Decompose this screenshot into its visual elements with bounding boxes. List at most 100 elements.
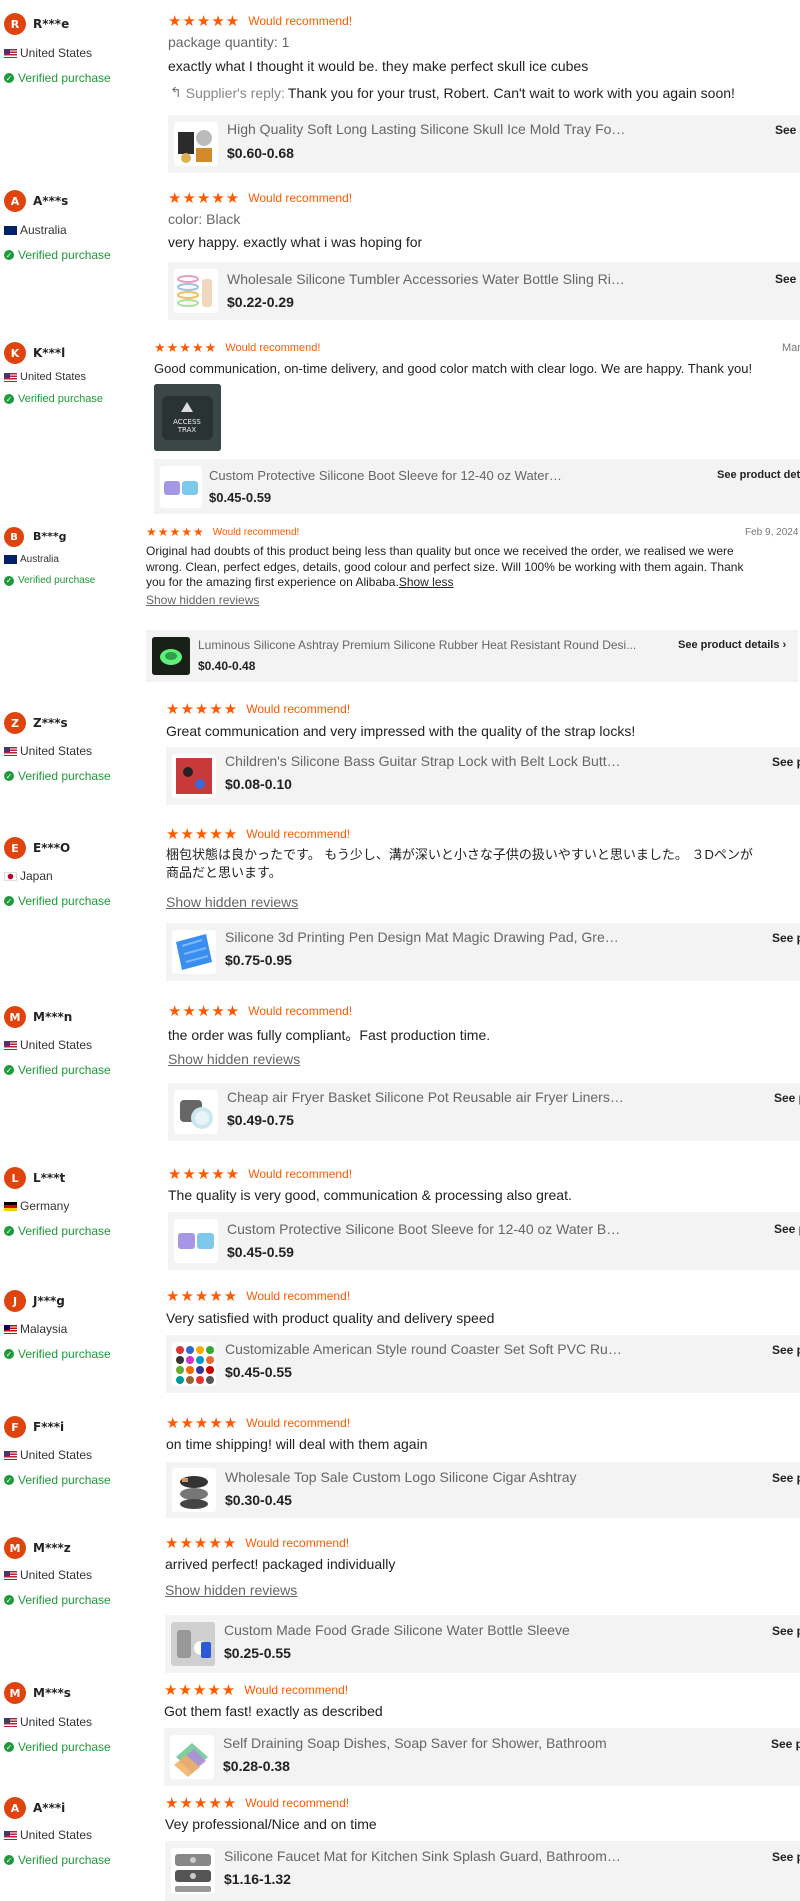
air-fryer-liner-thumbnail	[174, 1090, 218, 1134]
review-item: A A***s Australia ✓ Verified purchase ★★★…	[0, 178, 800, 328]
product-title[interactable]: High Quality Soft Long Lasting Silicone …	[227, 121, 627, 137]
review-item: F F***i United States ✓ Verified purchase…	[0, 1400, 800, 1520]
product-price: $1.16-1.32	[224, 1871, 291, 1887]
product-card[interactable]: Silicone Faucet Mat for Kitchen Sink Spl…	[165, 1841, 800, 1901]
review-item: Z Z***s United States ✓ Verified purchase…	[0, 685, 800, 810]
see-product-details-link[interactable]: See p	[772, 1624, 800, 1638]
see-product-details-link[interactable]: See p	[771, 1737, 800, 1751]
show-hidden-reviews-link[interactable]: Show hidden reviews	[165, 1582, 297, 1598]
show-hidden-reviews-link[interactable]: Show hidden reviews	[168, 1051, 300, 1067]
product-card[interactable]: Custom Protective Silicone Boot Sleeve f…	[154, 459, 800, 514]
product-price: $0.25-0.55	[224, 1645, 291, 1661]
bottle-sleeve-thumbnail	[171, 1622, 215, 1666]
jp-flag-icon	[4, 871, 17, 881]
svg-text:ACCESS: ACCESS	[173, 418, 201, 426]
product-title[interactable]: Self Draining Soap Dishes, Soap Saver fo…	[223, 1735, 623, 1751]
product-title[interactable]: Custom Made Food Grade Silicone Water Bo…	[224, 1622, 624, 1638]
product-price: $0.08-0.10	[225, 776, 292, 792]
product-price: $0.45-0.59	[209, 490, 272, 505]
rating: ★★★★★ Would recommend!	[146, 525, 300, 539]
check-icon: ✓	[4, 575, 14, 586]
verified-purchase: ✓ Verified purchase	[4, 71, 111, 85]
reviewer-country: United States	[4, 1568, 92, 1582]
boot-sleeve-thumbnail	[160, 466, 202, 508]
verified-purchase: ✓ Verified purchase	[4, 1853, 111, 1867]
review-text: Original had doubts of this product bein…	[146, 544, 744, 589]
product-title[interactable]: Children's Silicone Bass Guitar Strap Lo…	[225, 753, 625, 769]
product-title[interactable]: Silicone Faucet Mat for Kitchen Sink Spl…	[224, 1848, 624, 1864]
see-product-details-link[interactable]: See p	[775, 272, 800, 286]
product-title[interactable]: Wholesale Top Sale Custom Logo Silicone …	[225, 1469, 625, 1485]
reviewer-country: United States	[4, 1715, 92, 1729]
review-text: Very satisfied with product quality and …	[166, 1310, 495, 1326]
review-photo[interactable]: ACCESS TRAX	[154, 384, 221, 451]
us-flag-icon	[4, 372, 17, 382]
see-product-details-link[interactable]: See p	[772, 931, 800, 945]
reviewer-name: L***t	[33, 1171, 66, 1185]
see-product-details-link[interactable]: See	[775, 123, 796, 137]
avatar: M	[4, 1682, 26, 1704]
product-price: $0.60-0.68	[227, 145, 294, 161]
check-icon: ✓	[4, 1595, 14, 1605]
check-icon: ✓	[4, 1855, 14, 1865]
review-item: A A***i United States ✓ Verified purchase…	[0, 1781, 800, 1901]
product-card[interactable]: Silicone 3d Printing Pen Design Mat Magi…	[166, 923, 800, 981]
product-card[interactable]: Customizable American Style round Coaste…	[166, 1335, 800, 1393]
reviewer-name: E***O	[33, 841, 71, 855]
see-product-details-link[interactable]: See p	[772, 1471, 800, 1485]
product-title[interactable]: Silicone 3d Printing Pen Design Mat Magi…	[225, 929, 625, 945]
reviewer-name: M***n	[33, 1010, 73, 1024]
product-card[interactable]: Custom Made Food Grade Silicone Water Bo…	[165, 1615, 800, 1673]
product-title[interactable]: Cheap air Fryer Basket Silicone Pot Reus…	[227, 1089, 627, 1105]
avatar: R	[4, 13, 26, 35]
product-title[interactable]: Luminous Silicone Ashtray Premium Silico…	[198, 638, 668, 652]
check-icon: ✓	[4, 1065, 14, 1075]
see-product-details-link[interactable]: See p	[772, 1343, 800, 1357]
product-title[interactable]: Wholesale Silicone Tumbler Accessories W…	[227, 271, 627, 287]
product-title[interactable]: Custom Protective Silicone Boot Sleeve f…	[209, 468, 564, 483]
check-icon: ✓	[4, 73, 14, 83]
product-card[interactable]: High Quality Soft Long Lasting Silicone …	[168, 115, 800, 173]
rating: ★★★★★ Would recommend!	[154, 340, 321, 355]
review-item: M M***n United States ✓ Verified purchase…	[0, 990, 800, 1150]
review-text: Great communication and very impressed w…	[166, 723, 636, 739]
see-product-details-link[interactable]: See product details	[717, 469, 800, 481]
product-card[interactable]: Cheap air Fryer Basket Silicone Pot Reus…	[168, 1083, 800, 1141]
product-title[interactable]: Customizable American Style round Coaste…	[225, 1341, 625, 1357]
see-product-details-link[interactable]: See p	[774, 1091, 800, 1105]
rating: ★★★★★ Would recommend!	[165, 1795, 350, 1812]
reviewer-country: Australia	[4, 223, 67, 237]
product-price: $0.45-0.59	[227, 1244, 294, 1260]
product-card[interactable]: Wholesale Silicone Tumbler Accessories W…	[168, 262, 800, 320]
star-rating-icons: ★★★★★	[168, 1166, 241, 1183]
check-icon: ✓	[4, 394, 14, 404]
product-card[interactable]: Luminous Silicone Ashtray Premium Silico…	[146, 630, 798, 682]
review-text: Got them fast! exactly as described	[164, 1703, 383, 1719]
avatar: A	[4, 1797, 26, 1819]
us-flag-icon	[4, 746, 17, 756]
coaster-set-thumbnail	[172, 1342, 216, 1386]
review-text: the order was fully compliant。Fast produ…	[168, 1027, 491, 1043]
reviewer-name: A***s	[33, 194, 69, 208]
reviewer-name: M***z	[33, 1541, 71, 1555]
show-hidden-reviews-link[interactable]: Show hidden reviews	[146, 593, 259, 607]
avatar: F	[4, 1416, 26, 1438]
avatar: M	[4, 1537, 26, 1559]
review-text: very happy. exactly what i was hoping fo…	[168, 234, 423, 250]
product-title[interactable]: Custom Protective Silicone Boot Sleeve f…	[227, 1221, 627, 1237]
product-card[interactable]: Wholesale Top Sale Custom Logo Silicone …	[166, 1462, 800, 1518]
product-card[interactable]: Children's Silicone Bass Guitar Strap Lo…	[166, 747, 800, 805]
verified-purchase: ✓ Verified purchase	[4, 769, 111, 783]
show-less-link[interactable]: Show less	[399, 575, 454, 589]
star-rating-icons: ★★★★★	[166, 826, 239, 843]
see-product-details-link[interactable]: See product details ›	[678, 639, 786, 651]
review-item: L L***t Germany ✓ Verified purchase ★★★★★…	[0, 1150, 800, 1275]
reviewer-name: F***i	[33, 1420, 65, 1434]
see-product-details-link[interactable]: See p	[774, 1222, 800, 1236]
show-hidden-reviews-link[interactable]: Show hidden reviews	[166, 894, 298, 910]
see-product-details-link[interactable]: See p	[772, 1850, 800, 1864]
product-card[interactable]: Self Draining Soap Dishes, Soap Saver fo…	[164, 1728, 800, 1786]
see-product-details-link[interactable]: See p	[772, 755, 800, 769]
product-card[interactable]: Custom Protective Silicone Boot Sleeve f…	[168, 1212, 800, 1270]
rating: ★★★★★ Would recommend!	[165, 1535, 350, 1552]
